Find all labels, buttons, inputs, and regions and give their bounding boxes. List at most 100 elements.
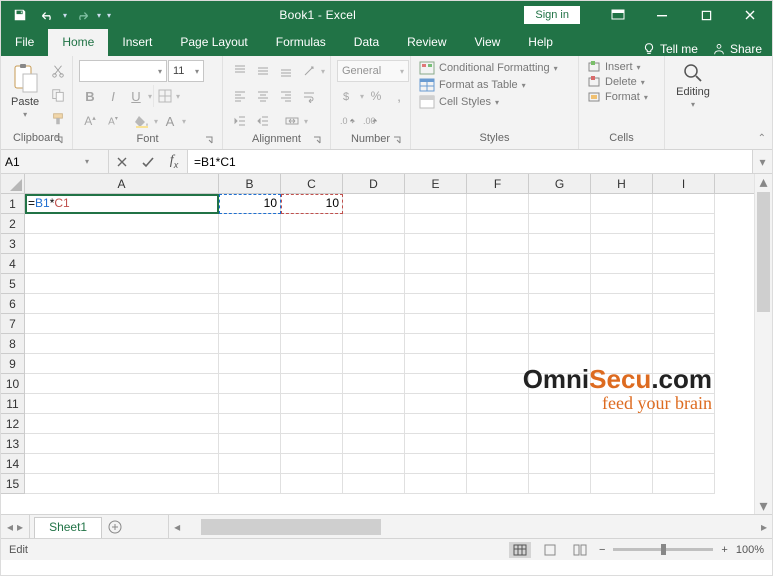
cell-C9[interactable] xyxy=(281,354,343,374)
col-header-I[interactable]: I xyxy=(653,174,715,193)
tab-home[interactable]: Home xyxy=(48,29,108,56)
font-color-icon[interactable]: A xyxy=(159,110,181,132)
hscroll-thumb[interactable] xyxy=(201,519,381,535)
alignment-launcher-icon[interactable] xyxy=(312,135,324,147)
cell-I2[interactable] xyxy=(653,214,715,234)
cell-C7[interactable] xyxy=(281,314,343,334)
share-button[interactable]: Share xyxy=(712,42,762,56)
cell-I3[interactable] xyxy=(653,234,715,254)
cell-G15[interactable] xyxy=(529,474,591,494)
col-header-H[interactable]: H xyxy=(591,174,653,193)
cell-I1[interactable] xyxy=(653,194,715,214)
cell-C14[interactable] xyxy=(281,454,343,474)
cell-F9[interactable] xyxy=(467,354,529,374)
sheet-nav-next-icon[interactable]: ▸ xyxy=(17,520,23,534)
row-header-3[interactable]: 3 xyxy=(1,234,24,254)
clipboard-launcher-icon[interactable] xyxy=(54,135,66,147)
fill-color-icon[interactable] xyxy=(131,110,153,132)
cell-H9[interactable] xyxy=(591,354,653,374)
cell-H4[interactable] xyxy=(591,254,653,274)
cell-I6[interactable] xyxy=(653,294,715,314)
cell-D5[interactable] xyxy=(343,274,405,294)
orientation-icon[interactable] xyxy=(298,60,320,82)
column-headers[interactable]: ABCDEFGHI xyxy=(25,174,754,194)
vscroll-thumb[interactable] xyxy=(757,192,770,312)
cell-G2[interactable] xyxy=(529,214,591,234)
row-header-6[interactable]: 6 xyxy=(1,294,24,314)
increase-indent-icon[interactable] xyxy=(252,110,274,132)
cell-F10[interactable] xyxy=(467,374,529,394)
cell-D7[interactable] xyxy=(343,314,405,334)
format-painter-icon[interactable] xyxy=(47,108,69,130)
align-bottom-icon[interactable] xyxy=(275,60,297,82)
cell-A2[interactable] xyxy=(25,214,219,234)
cell-F12[interactable] xyxy=(467,414,529,434)
horizontal-scrollbar[interactable]: ◂ ▸ xyxy=(168,515,772,538)
delete-cells-button[interactable]: Delete▾ xyxy=(585,75,650,89)
cell-E10[interactable] xyxy=(405,374,467,394)
cell-C10[interactable] xyxy=(281,374,343,394)
tab-insert[interactable]: Insert xyxy=(108,29,166,56)
cell-H12[interactable] xyxy=(591,414,653,434)
cell-F14[interactable] xyxy=(467,454,529,474)
row-header-7[interactable]: 7 xyxy=(1,314,24,334)
row-header-13[interactable]: 13 xyxy=(1,434,24,454)
cell-C11[interactable] xyxy=(281,394,343,414)
cell-G1[interactable] xyxy=(529,194,591,214)
cell-F13[interactable] xyxy=(467,434,529,454)
cell-G12[interactable] xyxy=(529,414,591,434)
cell-D9[interactable] xyxy=(343,354,405,374)
number-launcher-icon[interactable] xyxy=(392,135,404,147)
vertical-scrollbar[interactable]: ▴ ▾ xyxy=(754,174,772,514)
cell-E6[interactable] xyxy=(405,294,467,314)
cell-G11[interactable] xyxy=(529,394,591,414)
tab-file[interactable]: File xyxy=(1,29,48,56)
col-header-E[interactable]: E xyxy=(405,174,467,193)
cell-D8[interactable] xyxy=(343,334,405,354)
zoom-out-icon[interactable]: − xyxy=(599,544,605,556)
cell-F2[interactable] xyxy=(467,214,529,234)
name-box-input[interactable] xyxy=(5,155,85,169)
save-icon[interactable] xyxy=(7,3,33,27)
wrap-text-icon[interactable] xyxy=(298,85,320,107)
tab-review[interactable]: Review xyxy=(393,29,460,56)
sheet-nav-prev-icon[interactable]: ◂ xyxy=(7,520,13,534)
cell-H13[interactable] xyxy=(591,434,653,454)
align-top-icon[interactable] xyxy=(229,60,251,82)
tell-me-button[interactable]: Tell me xyxy=(642,42,698,56)
cell-G10[interactable] xyxy=(529,374,591,394)
page-layout-view-icon[interactable] xyxy=(539,542,561,558)
cell-D6[interactable] xyxy=(343,294,405,314)
cell-I13[interactable] xyxy=(653,434,715,454)
paste-button[interactable]: Paste ▾ xyxy=(7,60,43,121)
sheet-nav[interactable]: ◂ ▸ xyxy=(1,515,30,538)
decrease-indent-icon[interactable] xyxy=(229,110,251,132)
row-header-9[interactable]: 9 xyxy=(1,354,24,374)
cell-C13[interactable] xyxy=(281,434,343,454)
cell-E5[interactable] xyxy=(405,274,467,294)
cell-H11[interactable] xyxy=(591,394,653,414)
cell-G7[interactable] xyxy=(529,314,591,334)
row-header-15[interactable]: 15 xyxy=(1,474,24,494)
cell-G13[interactable] xyxy=(529,434,591,454)
cell-F8[interactable] xyxy=(467,334,529,354)
cell-A3[interactable] xyxy=(25,234,219,254)
cell-H8[interactable] xyxy=(591,334,653,354)
tab-page-layout[interactable]: Page Layout xyxy=(166,29,261,56)
cell-H2[interactable] xyxy=(591,214,653,234)
col-header-A[interactable]: A xyxy=(25,174,219,193)
cell-G6[interactable] xyxy=(529,294,591,314)
name-box[interactable]: ▾ xyxy=(1,150,109,173)
cell-D11[interactable] xyxy=(343,394,405,414)
cell-C2[interactable] xyxy=(281,214,343,234)
cell-B12[interactable] xyxy=(219,414,281,434)
cell-B11[interactable] xyxy=(219,394,281,414)
cell-I4[interactable] xyxy=(653,254,715,274)
cell-B5[interactable] xyxy=(219,274,281,294)
font-launcher-icon[interactable] xyxy=(204,135,216,147)
cell-F1[interactable] xyxy=(467,194,529,214)
cell-E12[interactable] xyxy=(405,414,467,434)
cell-D10[interactable] xyxy=(343,374,405,394)
maximize-button[interactable] xyxy=(684,1,728,29)
redo-icon[interactable] xyxy=(69,3,95,27)
